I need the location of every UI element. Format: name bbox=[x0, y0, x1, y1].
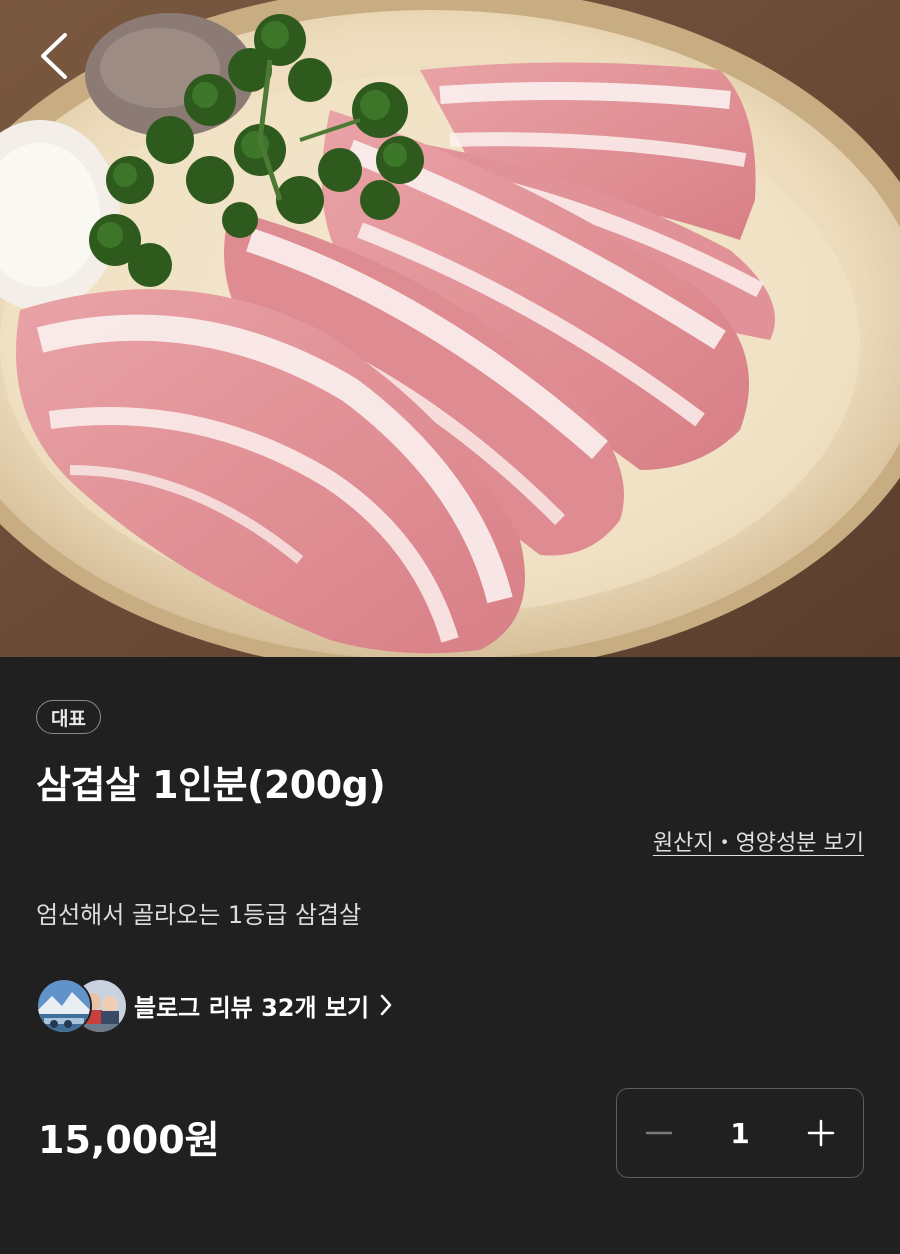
chevron-left-icon bbox=[41, 33, 67, 79]
blog-review-link[interactable]: 블로그 리뷰 32개 보기 bbox=[36, 975, 393, 1035]
product-price: 15,000원 bbox=[38, 1118, 220, 1162]
blog-review-label: 블로그 리뷰 32개 보기 bbox=[134, 993, 370, 1022]
increase-quantity-button[interactable] bbox=[799, 1111, 843, 1155]
quantity-value: 1 bbox=[730, 1116, 750, 1150]
origin-nutrition-link[interactable]: 원산지・영양성분 보기 bbox=[653, 825, 864, 857]
quantity-stepper: 1 bbox=[616, 1088, 864, 1178]
back-button[interactable] bbox=[24, 26, 84, 86]
plus-icon bbox=[807, 1119, 835, 1147]
avatar-mountain-icon bbox=[36, 978, 92, 1034]
product-description: 엄선해서 골라오는 1등급 삼겹살 bbox=[36, 901, 362, 929]
representative-badge: 대표 bbox=[36, 700, 101, 734]
product-detail-panel: 대표 삼겹살 1인분(200g) 원산지・영양성분 보기 엄선해서 골라오는 1… bbox=[0, 657, 900, 1254]
pork-belly-photo bbox=[0, 0, 900, 657]
review-avatars bbox=[36, 975, 128, 1035]
product-title: 삼겹살 1인분(200g) bbox=[36, 763, 386, 807]
minus-icon bbox=[645, 1131, 673, 1135]
product-image bbox=[0, 0, 900, 657]
decrease-quantity-button[interactable] bbox=[637, 1111, 681, 1155]
chevron-right-icon bbox=[379, 993, 393, 1017]
